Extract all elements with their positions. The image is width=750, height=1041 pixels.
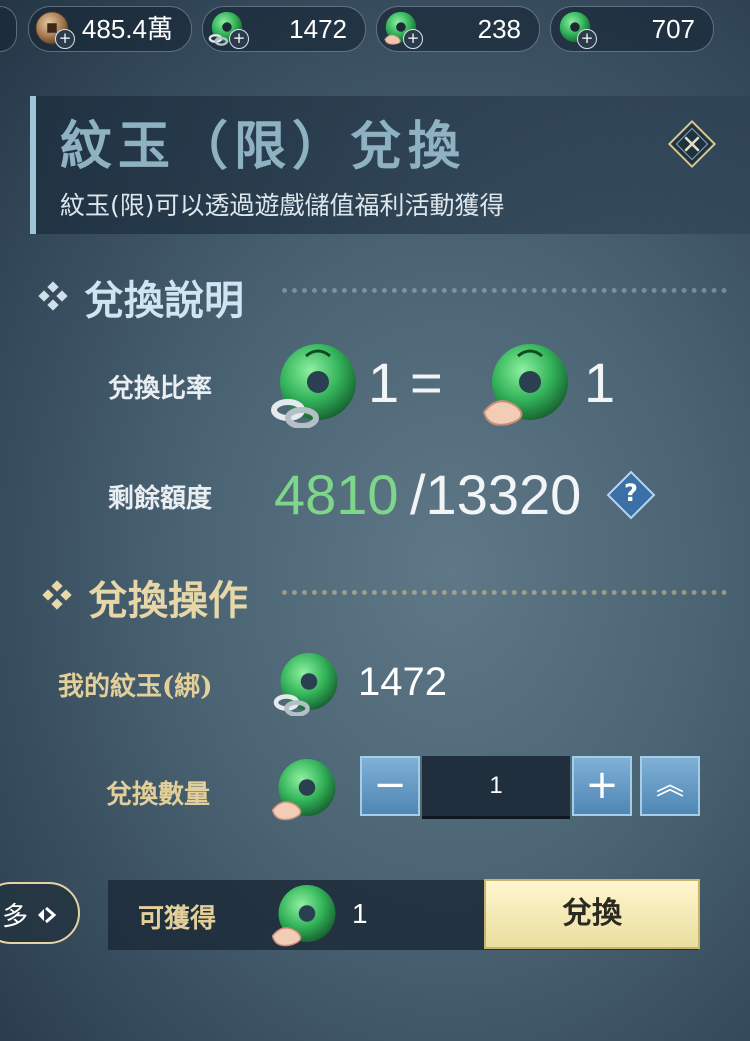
jade-limited-icon	[271, 885, 336, 947]
quota-remaining: 4810	[274, 463, 399, 526]
decrease-button[interactable]: −	[360, 756, 420, 816]
section-title-operation: 兌換操作	[88, 577, 248, 624]
rate-left-value: 1	[368, 351, 400, 414]
obtain-value: 1	[352, 898, 368, 929]
add-icon[interactable]: +	[403, 29, 423, 49]
more-label: 多	[2, 902, 29, 932]
currency-value: 707	[651, 14, 695, 44]
section-title-explain: 兌換說明	[84, 277, 244, 324]
currency-jade-bound[interactable]: + 1472	[202, 6, 366, 52]
jade-limited-icon	[271, 759, 336, 821]
section-divider	[282, 590, 727, 595]
close-icon[interactable]	[666, 118, 718, 170]
currency-value: 485.4萬	[81, 14, 173, 44]
jade-bound-icon	[271, 344, 356, 428]
arrow-right-icon	[38, 906, 57, 924]
quota-label: 剩餘額度	[108, 484, 213, 514]
currency-fragment	[0, 6, 17, 52]
max-button[interactable]: ︽	[640, 756, 700, 816]
currency-value: 1472	[289, 14, 347, 44]
currency-copper[interactable]: + 485.4萬	[28, 6, 192, 52]
more-button[interactable]: 多	[0, 882, 80, 944]
my-jade-label: 我的紋玉(綁)	[58, 672, 213, 702]
currency-jade-limited[interactable]: + 238	[376, 6, 540, 52]
currency-jade[interactable]: + 707	[550, 6, 714, 52]
add-icon[interactable]: +	[55, 29, 75, 49]
exchange-button[interactable]: 兌換	[484, 879, 700, 949]
jade-limited-icon	[482, 344, 568, 426]
page-title: 紋玉（限）兌換	[60, 116, 467, 177]
rate-right-value: 1	[584, 351, 616, 414]
my-jade-value: 1472	[358, 660, 447, 704]
obtain-label: 可獲得	[138, 904, 217, 934]
help-button[interactable]: ?	[604, 468, 658, 522]
add-icon[interactable]: +	[577, 29, 597, 49]
diamond-bullet-icon	[42, 580, 72, 610]
page-subtitle: 紋玉(限)可以透過遊戲儲值福利活動獲得	[60, 191, 505, 220]
quota-total: /13320	[410, 463, 582, 526]
add-icon[interactable]: +	[229, 29, 249, 49]
diamond-bullet-icon	[38, 281, 68, 311]
jade-bound-icon	[273, 653, 338, 716]
quantity-label: 兌換數量	[106, 780, 211, 810]
section-divider	[282, 288, 727, 293]
increase-button[interactable]: +	[572, 756, 632, 816]
rate-equals: =	[410, 351, 443, 414]
currency-value: 238	[477, 14, 521, 44]
help-glyph: ?	[624, 479, 638, 507]
rate-label: 兌換比率	[108, 374, 213, 404]
quantity-input[interactable]: 1	[422, 756, 570, 819]
